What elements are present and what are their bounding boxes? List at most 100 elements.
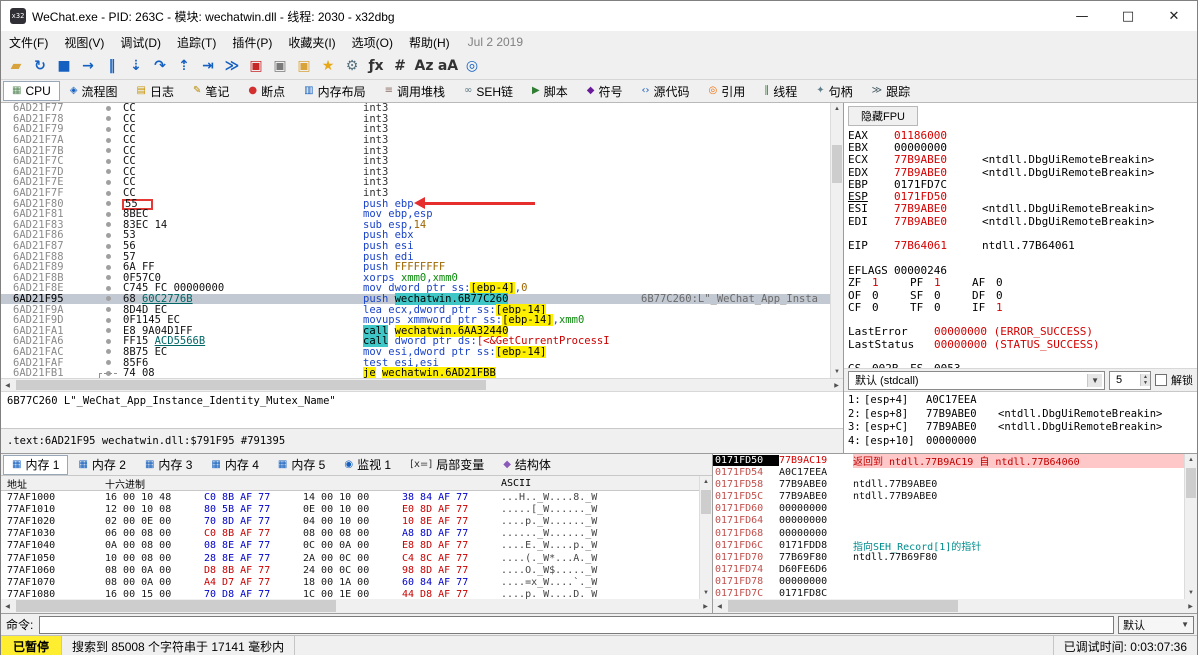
command-syntax-select[interactable]: 默认 ▼ bbox=[1118, 615, 1194, 634]
pause-button[interactable]: ‖ bbox=[100, 55, 124, 78]
stack-row[interactable]: 0171FD50 77B9AC19 返回到 ntdll.77B9AC19 自 ntd… bbox=[713, 454, 1184, 468]
calling-convention-select[interactable]: 默认 (stdcall) ▼ bbox=[848, 370, 1105, 390]
tab-locals[interactable]: [x=] 局部变量 bbox=[401, 455, 493, 475]
register-value[interactable]: 0171FD50 bbox=[894, 190, 974, 203]
flag-value[interactable]: 0 bbox=[872, 289, 910, 302]
register-value[interactable]: 77B9ABE0 bbox=[894, 166, 974, 179]
register-row[interactable]: EAX 01186000 bbox=[848, 129, 1197, 142]
tab-graph[interactable]: ◈ 流程图 bbox=[61, 81, 127, 101]
scroll-right-icon[interactable]: ▶ bbox=[699, 599, 712, 613]
stack-row[interactable]: 0171FD6C 0171FDD8 指向SEH_Record[1]的指针 bbox=[713, 539, 1184, 553]
tab-references[interactable]: ◎ 引用 bbox=[700, 81, 755, 101]
register-row[interactable]: ESI 77B9ABE0 <ntdll.DbgUiRemoteBreakin> bbox=[848, 202, 1197, 215]
flag-value[interactable]: 002B bbox=[872, 362, 910, 368]
argument-row[interactable]: 4: [esp+10] 00000000 bbox=[848, 435, 1193, 449]
stop-button[interactable]: ■ bbox=[52, 55, 76, 78]
stack-row[interactable]: 0171FD54 A0C17EEA bbox=[713, 466, 1184, 478]
dump-row[interactable]: 77AF1030 06 00 08 00 C0 8B AF 77 08 00 08 0… bbox=[1, 528, 699, 540]
scroll-thumb[interactable] bbox=[16, 380, 486, 390]
flag-value[interactable]: 0053 bbox=[934, 362, 972, 368]
disasm-row[interactable]: 6AD21FB1 74 08 je wechatwin.6AD21FBB bbox=[1, 367, 830, 378]
register-value[interactable]: 0171FD7C bbox=[894, 178, 974, 191]
argument-row[interactable]: 2: [esp+8] 77B9ABE0 <ntdll.DbgUiRemoteBreak… bbox=[848, 408, 1193, 422]
scroll-right-icon[interactable]: ▶ bbox=[830, 379, 843, 391]
settings-button[interactable]: ⚙ bbox=[340, 55, 364, 78]
tab-script[interactable]: ▶ 脚本 bbox=[523, 81, 577, 101]
stack-row[interactable]: 0171FD64 00000000 bbox=[713, 515, 1184, 527]
comments-button[interactable]: ▣ bbox=[292, 55, 316, 78]
tab-source[interactable]: ‹› 源代码 bbox=[632, 81, 698, 101]
argument-row[interactable]: 1: [esp+4] A0C17EEA bbox=[848, 394, 1193, 408]
font-button[interactable]: Az bbox=[412, 55, 436, 78]
menu-trace[interactable]: 追踪(T) bbox=[169, 31, 224, 54]
flag-value[interactable]: 0 bbox=[996, 276, 1034, 289]
tab-dump-5[interactable]: ▦ 内存 5 bbox=[269, 455, 334, 475]
patches-button[interactable]: ▣ bbox=[268, 55, 292, 78]
register-row[interactable]: EDI 77B9ABE0 <ntdll.DbgUiRemoteBreakin> bbox=[848, 215, 1197, 228]
animate-button[interactable]: ≫ bbox=[220, 55, 244, 78]
dump-row[interactable]: 77AF1000 16 00 10 48 C0 8B AF 77 14 00 10 0… bbox=[1, 491, 699, 503]
dump-row[interactable]: 77AF1070 08 00 0A 00 A4 D7 AF 77 18 00 1A 0… bbox=[1, 576, 699, 588]
tab-memory-map[interactable]: ▥ 内存布局 bbox=[295, 81, 374, 101]
register-row[interactable]: EFLAGS 00000246 bbox=[848, 264, 1197, 277]
tab-struct[interactable]: ◆ 结构体 bbox=[494, 455, 560, 475]
tab-seh[interactable]: ∞ SEH链 bbox=[455, 81, 522, 101]
dump-row[interactable]: 77AF1050 10 00 08 00 28 8E AF 77 2A 00 0C 0… bbox=[1, 552, 699, 564]
stack-vscrollbar[interactable]: ▲ ▼ bbox=[1184, 454, 1197, 599]
flag-value[interactable]: 1 bbox=[996, 301, 1034, 314]
scroll-down-icon[interactable]: ▼ bbox=[700, 587, 712, 599]
stack-row[interactable]: 0171FD5C 77B9ABE0 ntdll.77B9ABE0 bbox=[713, 490, 1184, 502]
stack-row[interactable]: 0171FD60 00000000 bbox=[713, 503, 1184, 515]
tab-dump-1[interactable]: ▦ 内存 1 bbox=[3, 454, 69, 475]
scroll-down-icon[interactable]: ▼ bbox=[1185, 587, 1197, 599]
dump-row[interactable]: 77AF1020 02 00 0E 00 70 8D AF 77 04 00 10 0… bbox=[1, 515, 699, 527]
scroll-track[interactable] bbox=[14, 379, 830, 391]
scroll-left-icon[interactable]: ◀ bbox=[1, 379, 14, 391]
step-out-button[interactable]: ⇡ bbox=[172, 55, 196, 78]
scroll-thumb[interactable] bbox=[16, 600, 336, 612]
menu-view[interactable]: 视图(V) bbox=[56, 31, 112, 54]
register-value[interactable]: 00000000 (ERROR_SUCCESS) bbox=[934, 325, 1093, 338]
register-row[interactable]: EBX 00000000 bbox=[848, 141, 1197, 154]
about-button[interactable]: ◎ bbox=[460, 55, 484, 78]
scroll-thumb[interactable] bbox=[701, 490, 711, 514]
menu-debug[interactable]: 调试(D) bbox=[112, 31, 169, 54]
register-row[interactable]: ZF 1 PF 1 AF 0 bbox=[848, 276, 1197, 289]
maximize-button[interactable]: □ bbox=[1105, 1, 1151, 31]
scroll-track[interactable] bbox=[726, 599, 1184, 613]
scroll-thumb[interactable] bbox=[728, 600, 958, 612]
tab-cpu[interactable]: ▦ CPU bbox=[3, 81, 60, 101]
stack-row[interactable]: 0171FD58 77B9ABE0 ntdll.77B9ABE0 bbox=[713, 478, 1184, 490]
register-row[interactable]: ECX 77B9ABE0 <ntdll.DbgUiRemoteBreakin> bbox=[848, 153, 1197, 166]
register-row[interactable]: LastStatus 00000000 (STATUS_SUCCESS) bbox=[848, 338, 1197, 351]
stack-row[interactable]: 0171FD7C 0171FD8C bbox=[713, 588, 1184, 599]
step-into-button[interactable]: ⇣ bbox=[124, 55, 148, 78]
run-to-cursor-button[interactable]: ⇥ bbox=[196, 55, 220, 78]
checkbox-box[interactable] bbox=[1155, 374, 1167, 386]
scroll-right-icon[interactable]: ▶ bbox=[1184, 599, 1197, 613]
tab-dump-2[interactable]: ▦ 内存 2 bbox=[69, 455, 134, 475]
spin-down-icon[interactable]: ▼ bbox=[1141, 380, 1150, 386]
run-button[interactable]: → bbox=[76, 55, 100, 78]
register-row[interactable]: CF 0 TF 0 IF 1 bbox=[848, 301, 1197, 314]
scroll-left-icon[interactable]: ◀ bbox=[713, 599, 726, 613]
stack-row[interactable]: 0171FD70 77B69F80 ntdll.77B69F80 bbox=[713, 551, 1184, 563]
flag-value[interactable]: 0 bbox=[872, 301, 910, 314]
tab-notes[interactable]: ✎ 笔记 bbox=[184, 81, 238, 101]
register-row[interactable]: OF 0 SF 0 DF 0 bbox=[848, 289, 1197, 302]
favourites-button[interactable]: ★ bbox=[316, 55, 340, 78]
stack-row[interactable]: 0171FD74 D60FE6D6 bbox=[713, 563, 1184, 575]
register-value[interactable]: 00000000 bbox=[894, 141, 974, 154]
scroll-track[interactable] bbox=[1185, 466, 1197, 587]
open-file-button[interactable]: ▰ bbox=[4, 55, 28, 78]
step-over-button[interactable]: ↷ bbox=[148, 55, 172, 78]
register-value[interactable]: 77B9ABE0 bbox=[894, 153, 974, 166]
scroll-thumb[interactable] bbox=[832, 145, 842, 183]
dump-vscrollbar[interactable]: ▲ ▼ bbox=[699, 476, 712, 599]
minimize-button[interactable]: — bbox=[1059, 1, 1105, 31]
tab-call-stack[interactable]: ≡ 调用堆栈 bbox=[376, 81, 454, 101]
argument-row[interactable]: 3: [esp+C] 77B9ABE0 <ntdll.DbgUiRemoteBreak… bbox=[848, 421, 1193, 435]
scroll-track[interactable] bbox=[831, 115, 843, 366]
disasm-hscrollbar[interactable]: ◀ ▶ bbox=[1, 379, 843, 392]
register-value[interactable]: 77B9ABE0 bbox=[894, 202, 974, 215]
